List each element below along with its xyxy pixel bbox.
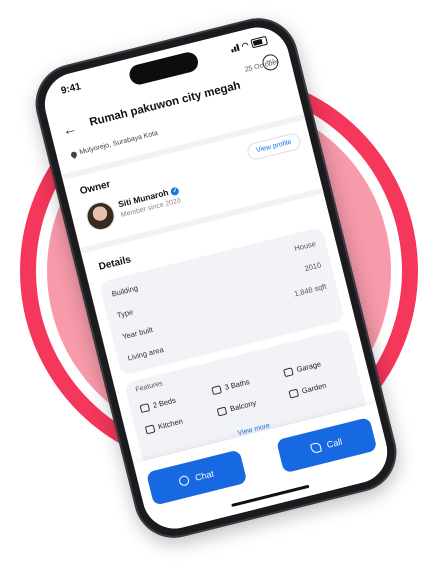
detail-key: Year built — [121, 325, 154, 342]
balcony-icon — [216, 406, 228, 417]
details-section-label: Details — [97, 254, 133, 273]
chat-button-label: Chat — [194, 468, 215, 483]
feature-item: 3 Baths — [211, 377, 251, 395]
status-time: 9:41 — [59, 81, 83, 97]
garden-icon — [288, 388, 299, 399]
phone-frame: 9:41 ◠ ⋯ ← Rumah pakuwon city megah 25 O… — [27, 9, 405, 547]
kitchen-icon — [144, 423, 156, 434]
feature-label: 3 Baths — [223, 377, 251, 392]
feature-item: Garden — [288, 381, 327, 399]
battery-icon — [250, 35, 269, 49]
detail-row: Building House — [111, 239, 317, 299]
detail-row: Type 2010 — [116, 260, 322, 320]
wifi-icon: ◠ — [240, 40, 250, 51]
phone-icon — [310, 441, 323, 454]
status-icons: ◠ — [230, 35, 269, 54]
detail-key: Building — [110, 283, 139, 299]
detail-value: 2010 — [303, 260, 322, 274]
feature-item: Garage — [283, 359, 322, 377]
detail-key: Living area — [126, 344, 165, 363]
feature-label: Garage — [295, 359, 322, 375]
chat-bubble-icon — [178, 474, 191, 487]
detail-value: House — [293, 239, 317, 253]
feature-item: Balcony — [216, 398, 258, 417]
feature-item: Kitchen — [144, 416, 184, 434]
owner-avatar[interactable] — [83, 199, 118, 234]
detail-row: Year built 1,848 sqft — [121, 281, 328, 342]
owner-section-label: Owner — [78, 178, 112, 198]
shower-icon — [211, 384, 222, 395]
back-arrow-icon[interactable]: ← — [61, 120, 78, 139]
feature-label: Balcony — [229, 398, 258, 414]
detail-value: 1,848 sqft — [293, 281, 328, 299]
garage-icon — [283, 366, 294, 377]
features-label: Features — [134, 380, 164, 394]
feature-label: Kitchen — [157, 416, 184, 432]
signal-icon — [230, 43, 240, 53]
call-button[interactable]: Call — [276, 417, 378, 474]
chat-button[interactable]: Chat — [146, 449, 248, 506]
bed-icon — [139, 402, 151, 413]
map-pin-icon — [69, 150, 78, 159]
feature-item: 2 Beds — [139, 395, 177, 414]
home-indicator — [231, 484, 310, 507]
feature-label: 2 Beds — [151, 395, 177, 410]
view-profile-button[interactable]: View profile — [245, 131, 303, 162]
detail-key: Type — [116, 307, 135, 320]
verified-badge-icon: ✓ — [170, 186, 181, 196]
call-button-label: Call — [325, 436, 344, 450]
feature-label: Garden — [300, 380, 328, 396]
phone-screen: 9:41 ◠ ⋯ ← Rumah pakuwon city megah 25 O… — [38, 20, 394, 536]
